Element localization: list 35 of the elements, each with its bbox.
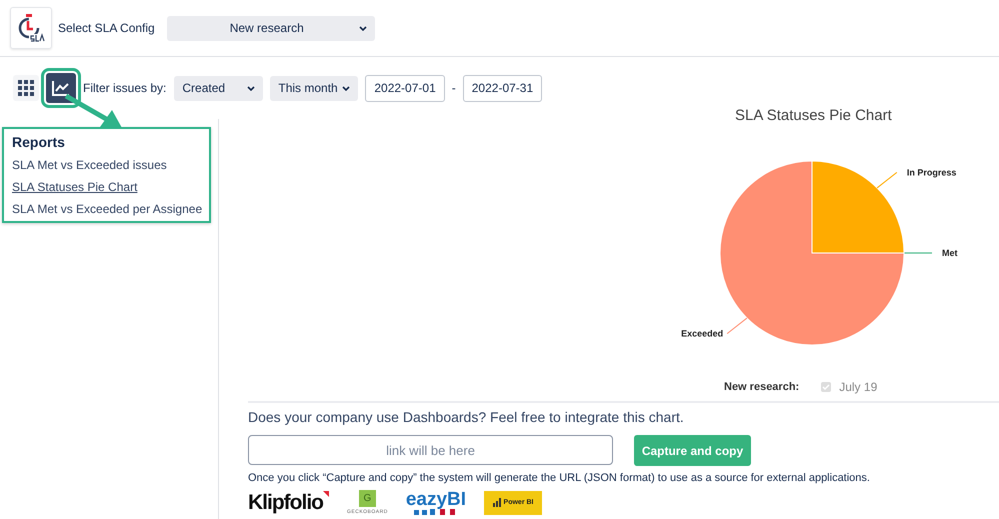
caret-icon	[358, 26, 367, 30]
end-date-field[interactable]: 2022-07-31	[462, 74, 542, 102]
report-link[interactable]: SLA Met vs Exceeded per Assignee	[12, 202, 209, 216]
report-link[interactable]: SLA Statuses Pie Chart	[12, 180, 209, 194]
caret-icon	[247, 86, 256, 90]
leader-line	[904, 252, 932, 254]
period-dropdown[interactable]: This month	[270, 76, 358, 100]
leader-line	[876, 172, 898, 188]
legend-label: New research:	[724, 381, 800, 393]
link-field[interactable]: link will be here	[248, 435, 613, 465]
date-separator: -	[452, 81, 456, 95]
slice-label: Met	[942, 248, 958, 258]
chart-view-button[interactable]	[46, 73, 76, 103]
start-date-field[interactable]: 2022-07-01	[365, 74, 445, 102]
chart-icon	[52, 80, 70, 96]
klipfolio-logo: Klipfolio	[248, 490, 329, 514]
slice-label: In Progress	[906, 167, 956, 178]
filter-label: Filter issues by:	[83, 81, 166, 95]
chart-title: SLA Statuses Pie Chart	[735, 107, 892, 124]
caret-icon	[342, 86, 350, 90]
legend-checkbox[interactable]	[821, 382, 832, 392]
grid-view-button[interactable]	[13, 75, 39, 101]
grid-icon	[18, 80, 34, 96]
slice-label: Exceeded	[681, 328, 724, 339]
leader-line	[726, 318, 748, 334]
reports-title: Reports	[12, 134, 66, 150]
legend-item: July 19	[839, 380, 878, 394]
config-dropdown[interactable]: New research	[166, 16, 375, 40]
report-link[interactable]: SLA Met vs Exceeded issues	[12, 158, 209, 172]
app-logo	[10, 7, 52, 49]
field-dropdown[interactable]: Created	[174, 76, 264, 100]
eazybi-logo: eazyBI	[406, 490, 466, 515]
integration-question: Does your company use Dashboards? Feel free to integrate this chart.	[248, 409, 685, 425]
config-label: Select SLA Config	[58, 21, 155, 35]
capture-note: Once you click “Capture and copy” the system will generate the URL (JSON format) to use as a source for external applications.	[248, 472, 871, 484]
